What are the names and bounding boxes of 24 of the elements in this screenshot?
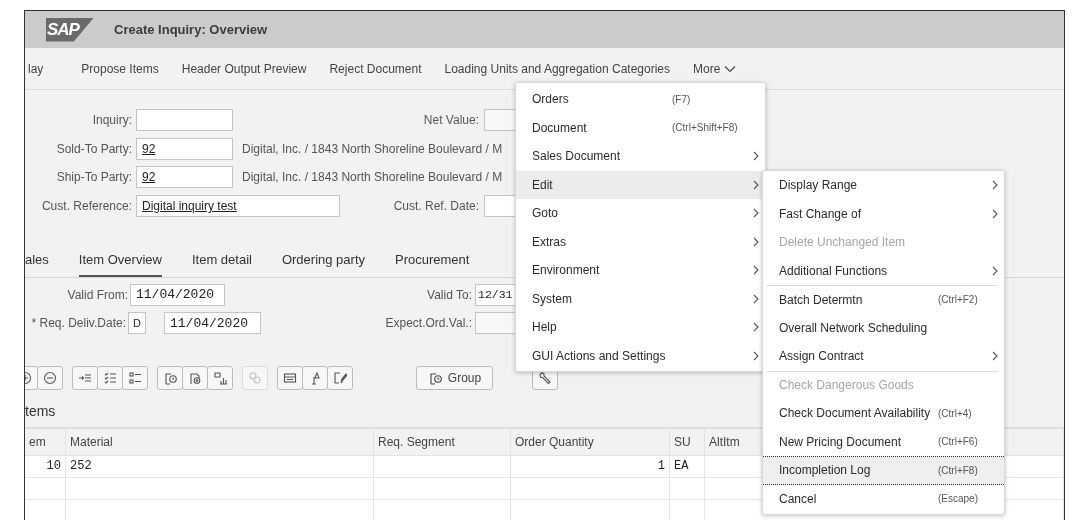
column-header: Material xyxy=(66,428,374,455)
section-title: tems xyxy=(25,401,56,421)
field-label: Cust. Ref. Date: xyxy=(393,198,479,216)
field-label: Expect.Ord.Val.: xyxy=(385,315,472,333)
field-label: * Req. Deliv.Date: xyxy=(30,315,126,333)
window-title: Create Inquiry: Overview xyxy=(114,20,268,39)
field-label: Valid From: xyxy=(66,286,128,304)
field-label: Net Value: xyxy=(423,112,479,130)
description-text: Digital, Inc. / 1843 North Shoreline Boulevard / M xyxy=(242,140,503,158)
field-label: Cust. Reference: xyxy=(40,198,132,216)
table-cell-text: 10 xyxy=(46,458,61,476)
logo: SAP xyxy=(46,17,94,42)
table-cell-text: 1 xyxy=(657,458,665,476)
table-cell-text: 252 xyxy=(70,458,92,476)
description-text: Digital, Inc. / 1843 North Shoreline Boulevard / M xyxy=(242,169,503,187)
field-label: Valid To: xyxy=(427,286,472,304)
table-cell-text: EA xyxy=(674,458,689,476)
column-header: Req. Segment xyxy=(374,428,511,455)
column-header: em xyxy=(25,428,66,455)
field-label: Sold-To Party: xyxy=(55,140,132,158)
field-label: Ship-To Party: xyxy=(55,169,132,187)
column-header: SU xyxy=(670,428,705,455)
field-label: Inquiry: xyxy=(91,112,132,130)
column-header: Order Quantity xyxy=(511,428,670,455)
